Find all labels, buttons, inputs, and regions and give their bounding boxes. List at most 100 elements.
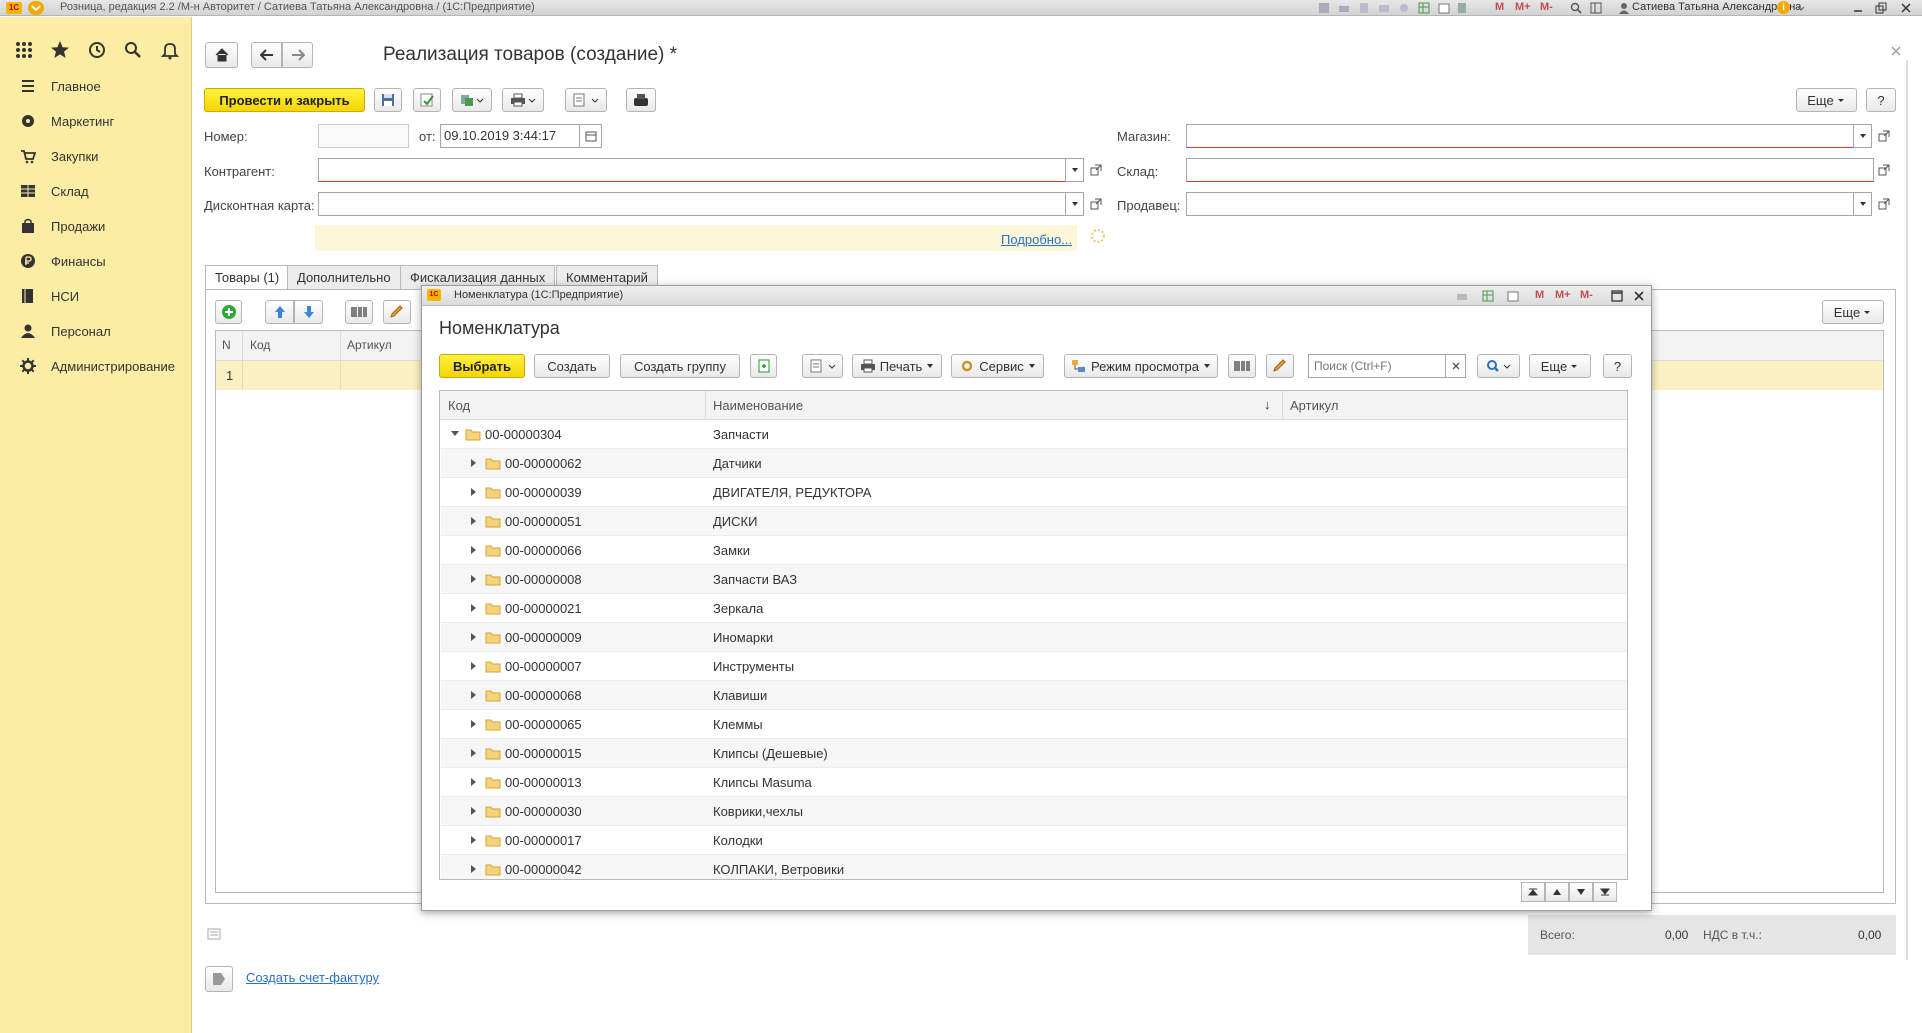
print-icon[interactable] <box>1456 290 1468 302</box>
tab-goods[interactable]: Товары (1) <box>205 265 290 290</box>
shop-dropdown-button[interactable] <box>1854 124 1872 148</box>
calendar-icon[interactable] <box>1507 290 1519 302</box>
memory-m-button[interactable]: M <box>1495 1 1504 13</box>
reports-button[interactable] <box>565 88 607 112</box>
barcode-button[interactable] <box>1228 354 1256 378</box>
barcode-button[interactable] <box>345 300 373 324</box>
more-button[interactable]: Еще <box>1796 88 1857 112</box>
dialog-help-button[interactable]: ? <box>1603 354 1632 378</box>
collapsed-triangle-icon[interactable] <box>471 459 477 467</box>
tree-root-row[interactable]: 00-00000304 Запчасти <box>441 420 1627 449</box>
edit-button[interactable] <box>1266 354 1294 378</box>
section-sales[interactable]: Продажи <box>0 209 192 243</box>
tab-additional[interactable]: Дополнительно <box>287 265 401 289</box>
col-name-header[interactable]: Наименование <box>713 398 803 413</box>
favorites-star-icon[interactable] <box>48 38 72 62</box>
collapsed-triangle-icon[interactable] <box>471 720 477 728</box>
view-mode-button[interactable]: Режим просмотра <box>1064 354 1218 378</box>
create-based-on-button[interactable] <box>452 88 492 112</box>
create-invoice-icon-button[interactable] <box>205 966 233 992</box>
tree-group-row[interactable]: 00-00000062 Датчики <box>441 449 1627 478</box>
number-field[interactable] <box>318 124 409 148</box>
collapsed-triangle-icon[interactable] <box>471 807 477 815</box>
collapsed-triangle-icon[interactable] <box>471 778 477 786</box>
seller-field[interactable] <box>1186 192 1854 216</box>
seller-dropdown-button[interactable] <box>1854 192 1872 216</box>
form-scrollbar[interactable] <box>1903 60 1911 960</box>
date-field[interactable]: 09.10.2019 3:44:17 <box>440 124 580 148</box>
tree-group-row[interactable]: 00-00000009 Иномарки <box>441 623 1627 652</box>
tree-group-row[interactable]: 00-00000065 Клеммы <box>441 710 1627 739</box>
pagination-icon[interactable] <box>207 928 221 940</box>
calculator-icon[interactable] <box>1456 2 1468 14</box>
edit-button[interactable] <box>383 300 411 324</box>
memory-plus-button[interactable]: M+ <box>1515 1 1531 13</box>
tree-group-row[interactable]: 00-00000015 Клипсы (Дешевые) <box>441 739 1627 768</box>
col-article-header[interactable]: Артикул <box>347 338 392 352</box>
section-purchases[interactable]: Закупки <box>0 139 192 173</box>
collapsed-triangle-icon[interactable] <box>471 662 477 670</box>
restore-icon[interactable] <box>1875 2 1887 14</box>
search-button[interactable] <box>1477 354 1520 378</box>
notifications-bell-icon[interactable] <box>158 38 182 62</box>
save-icon[interactable] <box>1318 2 1330 14</box>
scroll-down-button[interactable] <box>1569 882 1593 902</box>
section-personnel[interactable]: Персонал <box>0 314 192 348</box>
section-warehouse[interactable]: Склад <box>0 174 192 208</box>
section-marketing[interactable]: Маркетинг <box>0 104 192 138</box>
calendar-icon[interactable] <box>1438 2 1450 14</box>
scroll-to-bottom-button[interactable] <box>1593 882 1617 902</box>
tree-group-row[interactable]: 00-00000051 ДИСКИ <box>441 507 1627 536</box>
preview-icon[interactable] <box>1358 2 1370 14</box>
panels-icon[interactable] <box>1590 2 1602 14</box>
collapsed-triangle-icon[interactable] <box>471 749 477 757</box>
cash-register-button[interactable] <box>626 88 656 112</box>
warehouse-field[interactable] <box>1186 158 1874 182</box>
collapsed-triangle-icon[interactable] <box>471 604 477 612</box>
expanded-triangle-icon[interactable] <box>451 431 459 437</box>
tree-group-row[interactable]: 00-00000007 Инструменты <box>441 652 1627 681</box>
tree-group-row[interactable]: 00-00000039 ДВИГАТЕЛЯ, РЕДУКТОРА <box>441 478 1627 507</box>
discount-card-field[interactable] <box>318 192 1066 216</box>
current-user[interactable]: Сатиева Татьяна Александровна <box>1632 1 1801 13</box>
home-button[interactable] <box>205 42 238 68</box>
print-icon[interactable] <box>1338 2 1350 14</box>
section-administration[interactable]: Администрирование <box>0 349 192 383</box>
post-button[interactable] <box>413 88 441 112</box>
scroll-up-button[interactable] <box>1545 882 1569 902</box>
search-icon[interactable] <box>121 38 145 62</box>
history-icon[interactable] <box>85 38 109 62</box>
scroll-to-top-button[interactable] <box>1521 882 1545 902</box>
counterparty-open-button[interactable] <box>1086 158 1106 182</box>
collapsed-triangle-icon[interactable] <box>471 865 477 873</box>
shop-open-button[interactable] <box>1874 124 1894 148</box>
memory-m-button[interactable]: M <box>1535 289 1544 301</box>
table-more-button[interactable]: Еще <box>1822 300 1884 324</box>
warehouse-open-button[interactable] <box>1874 158 1894 182</box>
copy-button[interactable] <box>750 354 777 378</box>
maximize-icon[interactable] <box>1611 290 1623 302</box>
tree-group-row[interactable]: 00-00000008 Запчасти ВАЗ <box>441 565 1627 594</box>
tree-group-row[interactable]: 00-00000013 Клипсы Masuma <box>441 768 1627 797</box>
reports-button[interactable] <box>802 354 843 378</box>
print-button[interactable] <box>502 88 544 112</box>
counterparty-field[interactable] <box>318 158 1066 182</box>
section-main[interactable]: Главное <box>0 69 192 103</box>
table-icon[interactable] <box>1418 2 1430 14</box>
search-input[interactable] <box>1308 354 1446 378</box>
col-code-header[interactable]: Код <box>250 338 270 352</box>
save-button[interactable] <box>374 88 402 112</box>
collapsed-triangle-icon[interactable] <box>471 633 477 641</box>
apps-grid-icon[interactable] <box>12 38 36 62</box>
collapsed-triangle-icon[interactable] <box>471 836 477 844</box>
discount-card-dropdown-button[interactable] <box>1066 192 1084 216</box>
move-down-button[interactable] <box>294 300 323 324</box>
forward-button[interactable] <box>282 42 313 68</box>
move-up-button[interactable] <box>265 300 294 324</box>
mail-icon[interactable] <box>1378 2 1390 14</box>
close-window-icon[interactable] <box>1900 2 1912 14</box>
col-article-header[interactable]: Артикул <box>1290 398 1338 413</box>
service-menu-button[interactable]: Сервис <box>951 354 1044 378</box>
create-invoice-link[interactable]: Создать счет-фактуру <box>246 970 379 985</box>
select-button[interactable]: Выбрать <box>439 354 525 378</box>
